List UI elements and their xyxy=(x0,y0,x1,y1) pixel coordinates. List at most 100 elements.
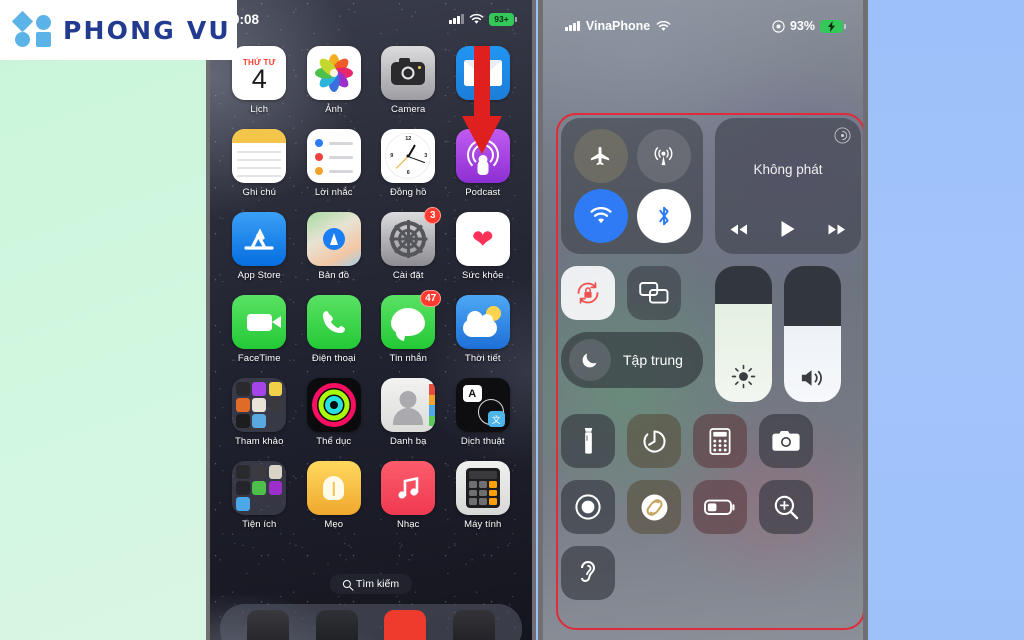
cellular-data-toggle[interactable] xyxy=(636,129,691,183)
bluetooth-icon xyxy=(653,204,675,228)
status-indicators: 93+ xyxy=(449,12,517,26)
heart-icon: ❤ xyxy=(471,224,494,254)
wifi-icon xyxy=(469,13,484,25)
app-icon-camera[interactable]: Camera xyxy=(371,46,446,115)
maps-icon[interactable] xyxy=(306,212,361,266)
app-icon-nhac[interactable]: Nhạc xyxy=(371,461,446,530)
app-icon-thoi-tiet[interactable]: Thời tiết xyxy=(446,295,521,364)
app-label: Danh bạ xyxy=(389,436,427,447)
app-icon-the-duc[interactable]: Thể dục xyxy=(297,378,372,447)
contacts-icon[interactable] xyxy=(381,378,436,432)
app-icon-tin-nhan[interactable]: 47 Tin nhắn xyxy=(371,290,446,364)
play-icon[interactable] xyxy=(780,220,796,238)
folder-icon[interactable] xyxy=(232,461,287,515)
calculator-icon[interactable] xyxy=(455,461,510,515)
screen-record-button[interactable] xyxy=(561,480,615,534)
reminders-icon[interactable] xyxy=(306,129,361,183)
app-icon-danh-ba[interactable]: Danh bạ xyxy=(371,378,446,447)
photos-icon[interactable] xyxy=(306,46,361,100)
app-label: Tiện ích xyxy=(242,519,277,530)
app-icon-loi-nhac[interactable]: Lời nhắc xyxy=(297,129,372,198)
calculator-button[interactable] xyxy=(693,414,747,468)
battery-icon xyxy=(704,499,736,516)
app-label: Thời tiết xyxy=(464,353,501,364)
flashlight-button[interactable] xyxy=(561,414,615,468)
dock-item-youtube[interactable] xyxy=(384,610,427,640)
folder-icon[interactable] xyxy=(232,378,287,432)
timer-button[interactable] xyxy=(627,414,681,468)
music-icon[interactable] xyxy=(381,461,436,515)
search-icon xyxy=(342,580,351,588)
focus-label: Tập trung xyxy=(623,352,683,368)
focus-button[interactable]: Tập trung xyxy=(561,332,703,388)
app-label: Podcast xyxy=(465,187,501,198)
low-power-mode-button[interactable] xyxy=(693,480,747,534)
facetime-icon[interactable] xyxy=(232,295,287,349)
app-label: Bản đồ xyxy=(318,270,350,281)
app-label: Máy tính xyxy=(464,519,502,530)
app-label: Đồng hồ xyxy=(389,187,427,198)
rotation-lock-icon xyxy=(574,279,602,307)
app-icon-app-store[interactable]: App Store xyxy=(222,212,297,281)
search-label: Tìm kiếm xyxy=(355,578,400,590)
screen-mirroring-button[interactable] xyxy=(627,266,681,320)
battery-indicator xyxy=(820,19,846,33)
airplane-icon xyxy=(589,145,612,168)
health-icon[interactable]: ❤ xyxy=(455,212,510,266)
shazam-icon xyxy=(640,493,669,522)
calendar-icon[interactable]: THỨ TƯ 4 xyxy=(232,46,287,100)
cellular-signal-icon xyxy=(565,21,580,31)
app-label: Ghi chú xyxy=(242,187,276,198)
app-folder-tien-ich[interactable]: Tiện ích xyxy=(222,461,297,530)
camera-button[interactable] xyxy=(759,414,813,468)
camera-icon[interactable] xyxy=(381,46,436,100)
fast-forward-icon[interactable] xyxy=(827,223,847,236)
notes-icon[interactable] xyxy=(232,129,287,183)
app-icon-ban-do[interactable]: Bản đồ xyxy=(297,212,372,281)
rewind-icon[interactable] xyxy=(729,223,749,236)
bluetooth-toggle[interactable] xyxy=(636,189,691,243)
app-icon-suc-khoe[interactable]: ❤ Sức khỏe xyxy=(446,212,521,281)
app-icon-ghi-chu[interactable]: Ghi chú xyxy=(222,129,297,198)
app-icon-dong-ho[interactable]: 12 3 6 9 Đồng hồ xyxy=(371,129,446,198)
ear-icon xyxy=(576,558,600,588)
timer-icon xyxy=(641,428,668,455)
app-icon-meo[interactable]: Mẹo xyxy=(297,461,372,530)
dock-item[interactable] xyxy=(452,610,495,640)
hearing-button[interactable] xyxy=(561,546,615,600)
brightness-slider[interactable] xyxy=(715,266,772,402)
app-icon-facetime[interactable]: FaceTime xyxy=(222,295,297,364)
tips-icon[interactable] xyxy=(306,461,361,515)
clock-icon[interactable]: 12 3 6 9 xyxy=(381,129,436,183)
phong-vu-logo-icon xyxy=(11,10,54,48)
status-left: VinaPhone xyxy=(565,19,671,33)
app-icon-anh[interactable]: Ảnh xyxy=(297,46,372,115)
rotation-lock-toggle[interactable] xyxy=(561,266,615,320)
app-folder-tham-khao[interactable]: Tham khảo xyxy=(222,378,297,447)
volume-slider[interactable] xyxy=(784,266,841,402)
app-label: App Store xyxy=(237,270,281,281)
background-left xyxy=(0,0,212,640)
magnifier-button[interactable] xyxy=(759,480,813,534)
search-button[interactable]: Tìm kiếm xyxy=(329,574,413,594)
shazam-button[interactable] xyxy=(627,480,681,534)
phone-icon[interactable] xyxy=(306,295,361,349)
wifi-toggle[interactable] xyxy=(573,189,628,243)
red-down-arrow-icon xyxy=(459,46,505,158)
app-icon-cai-dat[interactable]: 3 Cài đặt xyxy=(371,207,446,281)
appstore-icon[interactable] xyxy=(232,212,287,266)
dock-item[interactable] xyxy=(315,610,358,640)
airplane-mode-toggle[interactable] xyxy=(573,129,628,183)
control-center-screen: VinaPhone 93% Không phát Tập trung xyxy=(543,0,863,640)
airplay-icon[interactable] xyxy=(834,127,851,144)
app-icon-dien-thoai[interactable]: Điện thoại xyxy=(297,295,372,364)
app-icon-may-tinh[interactable]: Máy tính xyxy=(446,461,521,530)
translate-icon[interactable]: A文 xyxy=(455,378,510,432)
media-module[interactable]: Không phát xyxy=(715,118,861,254)
app-label: Điện thoại xyxy=(311,353,356,364)
app-icon-dich-thuat[interactable]: A文 Dịch thuật xyxy=(446,378,521,447)
weather-icon[interactable] xyxy=(455,295,510,349)
fitness-icon[interactable] xyxy=(306,378,361,432)
app-label: Dịch thuật xyxy=(460,436,505,447)
dock-item[interactable] xyxy=(247,610,290,640)
